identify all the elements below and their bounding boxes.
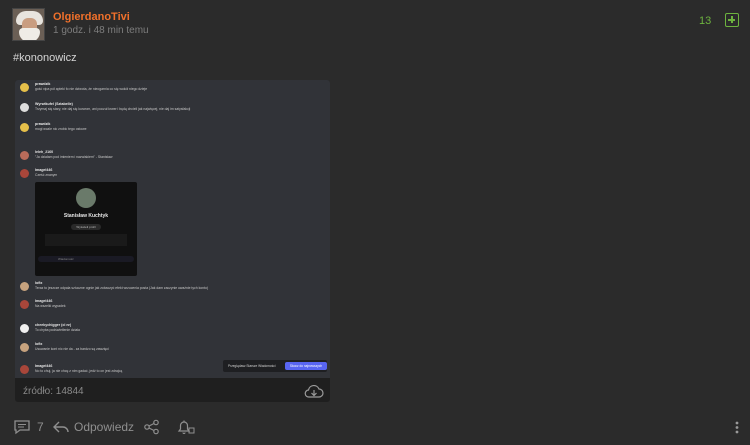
profile-avatar — [76, 188, 96, 208]
upvote-button[interactable] — [725, 13, 739, 27]
message-input: Wiadomość — [38, 256, 134, 262]
discord-screenshot: prawdzik gość vipa pół apteki fo nie dzi… — [15, 80, 330, 378]
comments-count: 7 — [37, 420, 44, 434]
hashtag[interactable]: #kononowicz — [13, 52, 77, 64]
comments-button[interactable]: 7 — [13, 416, 44, 438]
share-button[interactable] — [143, 416, 161, 438]
share-icon — [144, 419, 159, 435]
profile-info — [45, 234, 127, 246]
reply-button[interactable]: Odpowiedz — [52, 416, 134, 438]
comment-icon — [14, 420, 30, 435]
jump-latest-button: Skocz do najnowszych — [285, 362, 327, 370]
post-time: 1 godz. i 48 min temu — [53, 25, 149, 36]
profile-name: Stanisław Kuchtyk — [63, 213, 109, 219]
reply-icon — [53, 421, 69, 433]
cloud-download-icon[interactable] — [304, 385, 324, 399]
vote-count: 13 — [699, 15, 712, 27]
embedded-image[interactable]: prawdzik gość vipa pół apteki fo nie dzi… — [15, 80, 330, 402]
source-label[interactable]: źródło: 14844 — [23, 386, 84, 397]
profile-chip: Wyświetl profil — [71, 224, 101, 230]
profile-card: Stanisław Kuchtyk Wyświetl profil Wiadom… — [35, 182, 137, 276]
bell-icon — [177, 420, 195, 435]
username[interactable]: OlgierdanoTivi — [53, 11, 130, 23]
older-messages-banner: Przeglądasz Starsze Wiadomości Skocz do … — [223, 360, 327, 372]
notification-button[interactable] — [176, 416, 196, 438]
more-options-button[interactable] — [733, 416, 741, 438]
reply-label: Odpowiedz — [74, 420, 135, 434]
avatar[interactable] — [12, 8, 45, 41]
more-vertical-icon — [735, 421, 739, 434]
phone-nav — [38, 267, 134, 272]
post-footer: 7 Odpowiedz — [0, 416, 750, 438]
